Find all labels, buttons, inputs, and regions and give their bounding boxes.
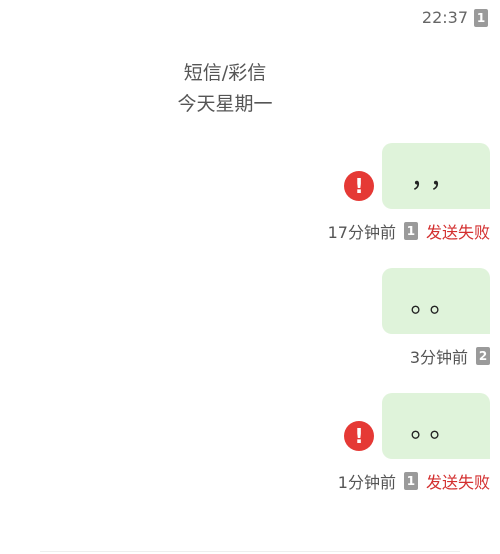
error-icon[interactable]: !	[344, 421, 374, 451]
message-time: 1分钟前	[337, 473, 396, 492]
divider	[40, 551, 460, 552]
sim-card-icon: 2	[476, 347, 490, 365]
message-bubble[interactable]: 。。	[382, 268, 490, 334]
send-failed-label[interactable]: 发送失败	[426, 219, 490, 243]
sim-card-icon: 1	[403, 222, 418, 240]
top-timestamp: 22:37 1	[422, 8, 488, 27]
thread-header: 短信/彩信 今天星期一	[0, 58, 450, 120]
message-meta: 17分钟前 1 发送失败	[328, 219, 490, 243]
message-row: ! 。。	[344, 393, 490, 459]
message-time: 17分钟前	[327, 223, 396, 242]
message-bubble[interactable]: ，，	[382, 143, 490, 209]
top-time: 22:37	[421, 8, 468, 27]
message-bubble[interactable]: 。。	[382, 393, 490, 459]
date-divider: 今天星期一	[177, 93, 273, 115]
message-row: ! ，，	[344, 143, 490, 209]
message-row: 。。	[382, 268, 490, 334]
sim-card-icon: 1	[403, 472, 418, 490]
send-failed-label[interactable]: 发送失败	[426, 469, 490, 493]
error-icon[interactable]: !	[344, 171, 374, 201]
message-time: 3分钟前	[409, 348, 468, 367]
thread-type-label: 短信/彩信	[183, 62, 267, 84]
sim-card-icon: 1	[474, 8, 488, 27]
message-thread-screen: 22:37 1 短信/彩信 今天星期一 ! ，， 17分钟前 1 发送失败 。。…	[0, 0, 500, 554]
message-meta: 3分钟前 2	[410, 344, 490, 368]
message-meta: 1分钟前 1 发送失败	[338, 469, 490, 493]
